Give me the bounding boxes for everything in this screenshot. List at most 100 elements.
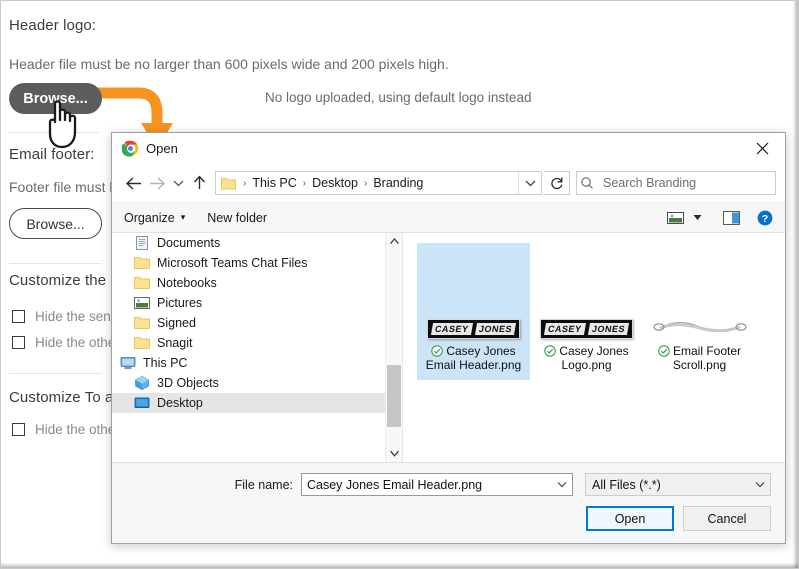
- file-name-label: Casey Jones Email Header.png: [420, 344, 527, 372]
- checkbox-row-2[interactable]: Hide the othe: [12, 335, 115, 350]
- hide-other-checkbox-2[interactable]: [12, 423, 25, 436]
- cancel-button[interactable]: Cancel: [683, 506, 771, 531]
- dialog-navigation-bar: › This PC › Desktop › Branding Search Br…: [112, 164, 785, 202]
- dialog-action-buttons: Open Cancel: [126, 506, 771, 531]
- address-bar[interactable]: › This PC › Desktop › Branding: [215, 171, 542, 195]
- recent-locations-chevron-down-icon[interactable]: [169, 171, 187, 195]
- scroll-up-arrow-icon[interactable]: [386, 233, 402, 250]
- scroll-down-arrow-icon[interactable]: [386, 445, 402, 462]
- file-name-row: File name: Casey Jones Email Header.png …: [126, 473, 771, 496]
- tree-item-label: 3D Objects: [157, 376, 219, 390]
- file-grid: CASEY JONES Casey Jones Email Header.png CA…: [417, 243, 785, 380]
- dialog-body: Documents Microsoft Teams Chat Files Noteb…: [112, 233, 785, 462]
- view-mode-icon[interactable]: [667, 211, 684, 225]
- scroll-graphic-icon: [652, 322, 747, 333]
- tree-item-3d-objects[interactable]: 3D Objects: [112, 373, 385, 393]
- header-browse-button[interactable]: Browse...: [9, 83, 102, 114]
- tree-item-notebooks[interactable]: Notebooks: [112, 273, 385, 293]
- casey-jones-logo-icon: CASEY JONES: [427, 319, 520, 339]
- chrome-logo-icon: [122, 140, 139, 157]
- scrollbar-thumb[interactable]: [387, 365, 401, 427]
- file-name-label: File name:: [234, 477, 293, 492]
- customize-section-1-heading: Customize the ": [9, 272, 116, 289]
- organize-caret-icon: ▾: [180, 212, 186, 222]
- organize-menu-button[interactable]: Organize ▾: [124, 211, 185, 225]
- file-item[interactable]: CASEY JONES Casey Jones Logo.png: [530, 243, 643, 380]
- tree-item-label: Desktop: [157, 396, 203, 410]
- screenshot-frame: Header logo: Header file must be no larg…: [0, 0, 799, 569]
- hide-sender-checkbox[interactable]: [12, 310, 25, 323]
- file-item[interactable]: Email Footer Scroll.png: [643, 243, 756, 380]
- footer-file-note: Footer file must b: [9, 179, 118, 195]
- file-type-select[interactable]: All Files (*.*): [585, 473, 771, 496]
- hide-other-checkbox-1[interactable]: [12, 336, 25, 349]
- tree-item-snagit[interactable]: Snagit: [112, 333, 385, 353]
- dialog-footer: File name: Casey Jones Email Header.png …: [112, 462, 785, 543]
- file-name-text: Email Footer Scroll.png: [672, 344, 742, 372]
- up-arrow-icon[interactable]: [187, 171, 211, 195]
- logo-word: JONES: [474, 323, 516, 335]
- tree-item-label: Pictures: [157, 296, 203, 310]
- logo-word: CASEY: [544, 323, 586, 335]
- file-name-input[interactable]: Casey Jones Email Header.png: [301, 473, 573, 496]
- cloud-synced-check-icon: [544, 345, 557, 357]
- view-mode-caret-icon[interactable]: [693, 214, 702, 221]
- forward-arrow-icon: [145, 171, 169, 195]
- 3d-objects-icon: [135, 375, 149, 391]
- breadcrumb-this-pc[interactable]: This PC: [250, 176, 298, 190]
- navigation-tree-list: Documents Microsoft Teams Chat Files Noteb…: [112, 233, 385, 462]
- organize-label: Organize: [124, 210, 175, 225]
- email-footer-label: Email footer:: [9, 146, 95, 163]
- casey-jones-logo-icon: CASEY JONES: [540, 319, 633, 339]
- breadcrumb-branding[interactable]: Branding: [371, 176, 425, 190]
- search-input[interactable]: Search Branding: [576, 171, 776, 195]
- address-chevron-down-icon[interactable]: [518, 172, 541, 194]
- tree-item-pictures[interactable]: Pictures: [112, 293, 385, 313]
- new-folder-label: New folder: [207, 210, 268, 225]
- open-button[interactable]: Open: [586, 506, 674, 531]
- tree-item-label: Microsoft Teams Chat Files: [157, 256, 308, 270]
- checkbox-row-1[interactable]: Hide the sen: [12, 309, 111, 324]
- file-name-text: Casey Jones Logo.png: [559, 344, 629, 372]
- file-name-value: Casey Jones Email Header.png: [307, 477, 483, 492]
- search-placeholder: Search Branding: [603, 176, 697, 190]
- new-folder-button[interactable]: New folder: [207, 211, 267, 225]
- file-list-pane[interactable]: CASEY JONES Casey Jones Email Header.png CA…: [402, 233, 785, 462]
- file-item[interactable]: CASEY JONES Casey Jones Email Header.png: [417, 243, 530, 380]
- view-controls: ?: [667, 210, 773, 226]
- pictures-icon: [134, 297, 150, 309]
- tree-item-label: Signed: [157, 316, 196, 330]
- tree-item-documents[interactable]: Documents: [112, 233, 385, 253]
- checkbox-label-1: Hide the sen: [35, 309, 111, 324]
- tree-item-desktop[interactable]: Desktop: [112, 393, 385, 413]
- file-name-label: Casey Jones Logo.png: [533, 344, 640, 372]
- dialog-title-bar: Open: [112, 133, 785, 164]
- dialog-title: Open: [146, 141, 178, 156]
- svg-text:?: ?: [762, 212, 768, 224]
- checkbox-row-3[interactable]: Hide the othe: [12, 422, 115, 437]
- preview-pane-icon[interactable]: [723, 210, 740, 225]
- tree-item-signed[interactable]: Signed: [112, 313, 385, 333]
- footer-browse-button[interactable]: Browse...: [9, 208, 102, 239]
- section-divider-2: [9, 263, 101, 264]
- back-arrow-icon[interactable]: [121, 171, 145, 195]
- no-logo-status-text: No logo uploaded, using default logo ins…: [265, 90, 532, 105]
- folder-icon: [134, 337, 150, 349]
- close-icon[interactable]: [740, 133, 785, 164]
- tree-vertical-scrollbar[interactable]: [385, 233, 402, 462]
- tree-item-microsoft-teams-chat-files[interactable]: Microsoft Teams Chat Files: [112, 253, 385, 273]
- search-icon: [581, 177, 593, 189]
- tree-item-label: Notebooks: [157, 276, 217, 290]
- tree-item-this-pc[interactable]: This PC: [112, 353, 385, 373]
- tree-item-label: This PC: [143, 356, 188, 370]
- file-thumbnail: CASEY JONES: [533, 249, 640, 339]
- file-thumbnail: [646, 249, 753, 339]
- tree-item-label: Documents: [157, 236, 221, 250]
- cloud-synced-check-icon: [658, 345, 670, 357]
- file-type-chevron-down-icon[interactable]: [750, 481, 770, 488]
- header-file-note: Header file must be no larger than 600 p…: [9, 56, 449, 72]
- refresh-icon[interactable]: [544, 171, 570, 195]
- breadcrumb-desktop[interactable]: Desktop: [310, 176, 360, 190]
- help-icon[interactable]: ?: [757, 210, 773, 226]
- file-name-chevron-down-icon[interactable]: [552, 481, 572, 488]
